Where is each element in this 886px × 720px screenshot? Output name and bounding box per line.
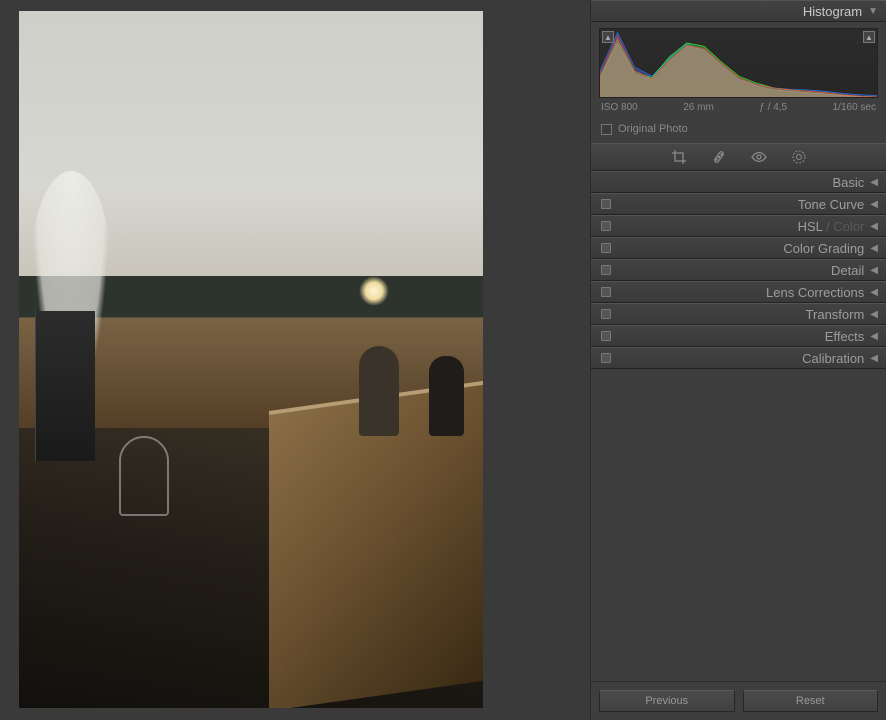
preview-area: [0, 0, 590, 720]
panel-title: Basic: [833, 175, 865, 190]
histogram-title: Histogram: [803, 4, 862, 19]
triangle-left-icon: ◀: [870, 287, 878, 298]
panel-header[interactable]: Transform ◀: [591, 303, 886, 325]
photo-person: [429, 356, 464, 436]
panel-header[interactable]: Effects ◀: [591, 325, 886, 347]
panel-title: Effects: [825, 329, 865, 344]
panel-title: Color Grading: [783, 241, 864, 256]
panel-header[interactable]: Lens Corrections ◀: [591, 281, 886, 303]
triangle-left-icon: ◀: [870, 177, 878, 188]
panel-switch-icon[interactable]: [601, 331, 611, 341]
original-photo-label: Original Photo: [618, 123, 688, 135]
triangle-left-icon: ◀: [870, 199, 878, 210]
reset-button[interactable]: Reset: [743, 690, 879, 712]
panel-title: Lens Corrections: [766, 285, 864, 300]
panel-title: Detail: [831, 263, 864, 278]
panel-title: Transform: [806, 307, 865, 322]
preview-photo[interactable]: [19, 11, 483, 708]
panel-switch-icon[interactable]: [601, 221, 611, 231]
develop-right-panel: Histogram ▼ ▲ ▲ ISO 800 26 mm ƒ / 4,5 1/…: [590, 0, 886, 720]
masking-tool-icon[interactable]: [791, 149, 807, 165]
panel-header[interactable]: Calibration ◀: [591, 347, 886, 369]
previous-button[interactable]: Previous: [599, 690, 735, 712]
panel-header[interactable]: Tone Curve ◀: [591, 193, 886, 215]
triangle-left-icon: ◀: [870, 265, 878, 276]
original-photo-toggle[interactable]: Original Photo: [591, 117, 886, 143]
crop-tool-icon[interactable]: [671, 149, 687, 165]
panel-switch-icon[interactable]: [601, 265, 611, 275]
exif-focal: 26 mm: [683, 102, 714, 113]
panel-header[interactable]: Basic ◀: [591, 171, 886, 193]
exif-iso: ISO 800: [601, 102, 638, 113]
photo-lamp: [359, 276, 389, 306]
panel-title-muted: / Color: [822, 219, 864, 234]
panel-header[interactable]: HSL / Color ◀: [591, 215, 886, 237]
redeye-tool-icon[interactable]: [751, 149, 767, 165]
panel-list: Basic◀Tone Curve◀HSL / Color◀Color Gradi…: [591, 171, 886, 681]
photo-person: [359, 346, 399, 436]
panel-header[interactable]: Detail ◀: [591, 259, 886, 281]
triangle-left-icon: ◀: [870, 309, 878, 320]
exif-aperture: ƒ / 4,5: [759, 102, 787, 113]
triangle-left-icon: ◀: [870, 221, 878, 232]
histogram-panel: ▲ ▲ ISO 800 26 mm ƒ / 4,5 1/160 sec: [591, 22, 886, 117]
panel-switch-icon[interactable]: [601, 353, 611, 363]
photo-stool: [119, 436, 169, 516]
triangle-down-icon: ▼: [868, 6, 878, 17]
panel-switch-icon[interactable]: [601, 243, 611, 253]
panel-title: Calibration: [802, 351, 864, 366]
photo-shelf: [35, 311, 95, 461]
histogram-header[interactable]: Histogram ▼: [591, 0, 886, 22]
heal-tool-icon[interactable]: [711, 149, 727, 165]
exif-shutter: 1/160 sec: [833, 102, 876, 113]
panel-switch-icon[interactable]: [601, 287, 611, 297]
triangle-left-icon: ◀: [870, 331, 878, 342]
panel-header[interactable]: Color Grading ◀: [591, 237, 886, 259]
triangle-left-icon: ◀: [870, 243, 878, 254]
bottom-buttons: Previous Reset: [591, 681, 886, 720]
panel-switch-icon[interactable]: [601, 199, 611, 209]
tool-strip: [591, 143, 886, 171]
triangle-left-icon: ◀: [870, 353, 878, 364]
panel-title: Tone Curve: [798, 197, 864, 212]
histogram-exif: ISO 800 26 mm ƒ / 4,5 1/160 sec: [599, 98, 878, 113]
histogram-chart[interactable]: ▲ ▲: [599, 28, 878, 98]
histogram-svg: [600, 29, 877, 98]
checkbox-icon[interactable]: [601, 124, 612, 135]
panel-title: HSL / Color: [798, 219, 865, 234]
panel-switch-icon[interactable]: [601, 309, 611, 319]
